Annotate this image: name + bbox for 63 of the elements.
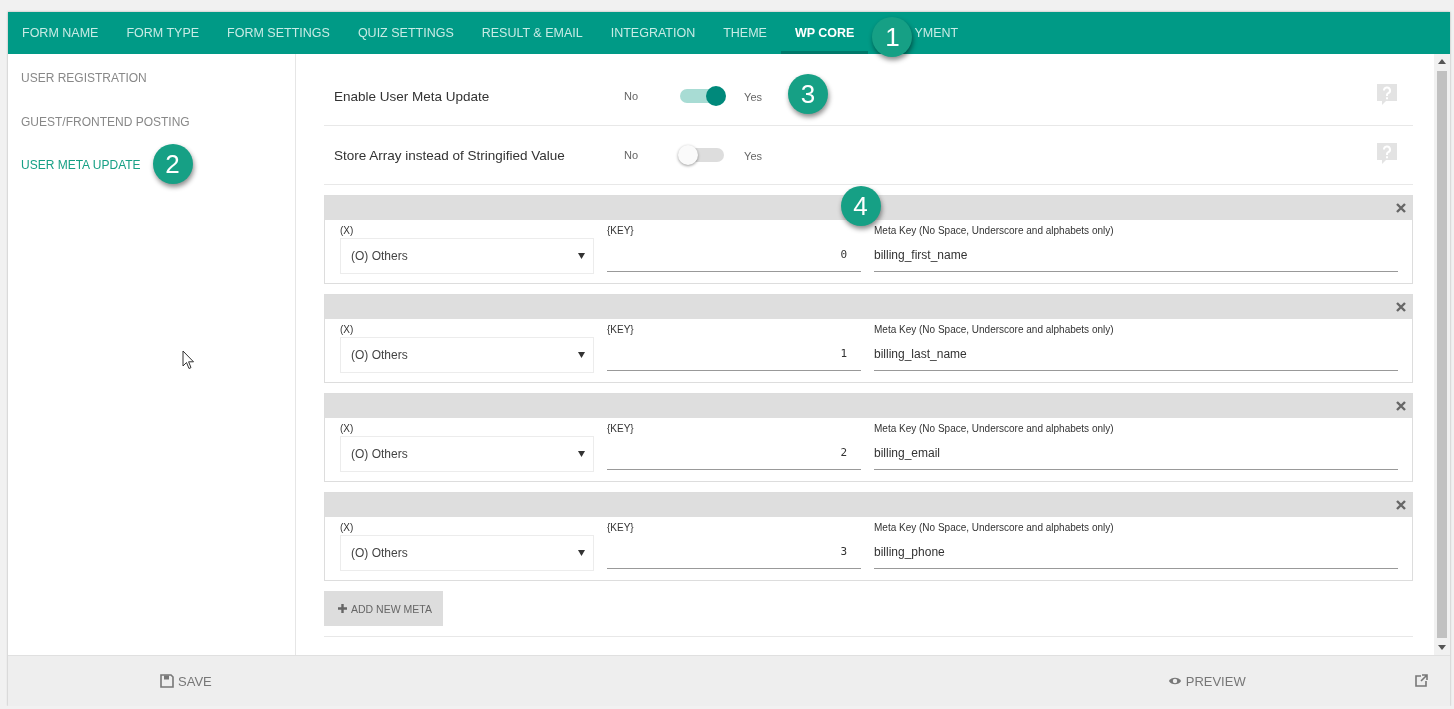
field-label: Meta Key (No Space, Underscore and alphabets only) [874,522,1115,535]
meta-key-input-field[interactable]: billing_first_name [874,238,1398,272]
meta-key-input-field[interactable]: billing_phone [874,535,1398,569]
toggle-switch[interactable] [680,89,725,103]
yes-label: Yes [744,91,762,103]
yes-label: Yes [744,150,762,162]
type-select[interactable]: (O) Others [340,436,594,472]
setting-label: Enable User Meta Update [334,88,491,104]
caret-icon [578,352,585,358]
scroll-thumb[interactable] [1437,71,1447,638]
key-input-field[interactable]: 2 [607,436,861,470]
field-label: Meta Key (No Space, Underscore and alphabets only) [874,324,1115,337]
setting-label: Store Array instead of Stringified Value [334,147,566,163]
key-input-field[interactable]: 3 [607,535,861,569]
type-select[interactable]: (O) Others [340,535,594,571]
tab[interactable]: THEME [709,12,781,54]
callout-badge: 3 [788,74,828,114]
field-label: (X) [340,423,355,436]
type-select[interactable]: (O) Others [340,337,594,373]
field-label: (X) [340,225,355,238]
tab[interactable]: INTEGRATION [596,12,710,54]
add-meta-button[interactable]: ADD NEW META [324,591,443,626]
tab[interactable]: QUIZ SETTINGS [343,12,468,54]
field-label: {KEY} [607,324,635,337]
caret-icon [578,550,585,556]
toggle-switch[interactable] [680,148,725,162]
sidebar-item[interactable]: USER REGISTRATION [21,65,147,91]
tab[interactable]: FORM TYPE [112,12,214,54]
no-label: No [624,90,639,102]
close-icon[interactable] [1396,203,1406,213]
scroll-up-icon[interactable] [1438,59,1446,64]
tab[interactable]: YMENT [912,12,973,54]
preview-button[interactable]: PREVIEW [1163,669,1250,693]
key-input-field[interactable]: 1 [607,337,861,371]
callout-badge: 1 [872,17,913,57]
caret-icon [578,253,585,259]
plus-icon [338,604,347,613]
meta-key-input-field[interactable]: billing_last_name [874,337,1398,371]
field-label: {KEY} [607,522,635,535]
callout-badge: 2 [152,144,193,184]
field-label: (X) [340,324,355,337]
caret-icon [578,451,585,457]
field-label: {KEY} [607,423,635,436]
key-input-field[interactable]: 0 [607,238,861,272]
type-select[interactable]: (O) Others [340,238,594,274]
no-label: No [624,149,639,161]
tab[interactable]: RESULT & EMAIL [467,12,597,54]
field-label: Meta Key (No Space, Underscore and alphabets only) [874,423,1115,436]
mouse-cursor-icon [182,350,196,370]
sidebar-item[interactable]: GUEST/FRONTEND POSTING [21,108,190,135]
tab[interactable]: FORM NAME [8,12,113,54]
field-label: Meta Key (No Space, Underscore and alphabets only) [874,225,1115,238]
tab[interactable]: FORM SETTINGS [213,12,344,54]
field-label: (X) [340,522,355,535]
callout-badge: 4 [840,186,881,226]
close-icon[interactable] [1396,302,1406,312]
save-button[interactable]: SAVE [156,669,216,693]
meta-key-input-field[interactable]: billing_email [874,436,1398,470]
close-icon[interactable] [1396,500,1406,510]
external-link-icon[interactable] [1415,674,1428,687]
scroll-down-icon[interactable] [1438,645,1446,650]
close-icon[interactable] [1396,401,1406,411]
field-label: {KEY} [607,225,635,238]
